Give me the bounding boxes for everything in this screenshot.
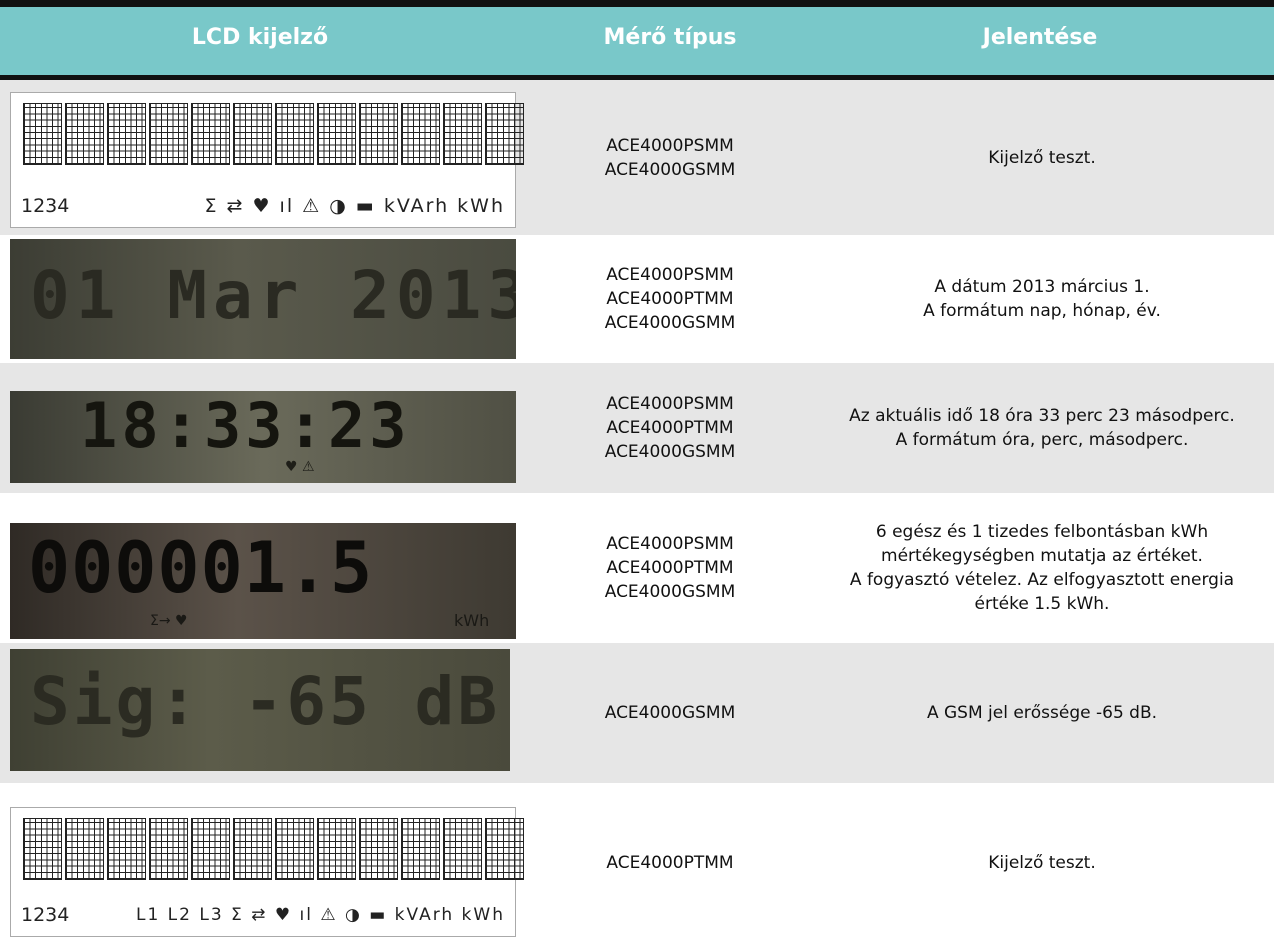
meaning-line: A formátum nap, hónap, év. [923,301,1161,321]
meaning-line: A dátum 2013 március 1. [934,277,1150,297]
table-row: 01 Mar 2013 ACE4000PSMM ACE4000PTMM ACE4… [0,235,1274,363]
meter-type: ACE4000GSMM [604,703,736,723]
meaning-line: Az aktuális idő 18 óra 33 perc 23 másodp… [849,406,1235,426]
lcd-photo-time: 18:33:23 ♥ ⚠ [10,391,516,483]
meaning-line: értéke 1.5 kWh. [974,594,1110,614]
meaning: A dátum 2013 március 1. A formátum nap, … [810,235,1274,363]
table-row: 1234 Σ ⇄ ♥ ıl ⚠ ◑ ▬ kVArh kWh ACE4000PSM… [0,80,1274,235]
meaning-line: A formátum óra, perc, másodperc. [895,430,1189,450]
lcd-test-image: 1234 L1 L2 L3 Σ ⇄ ♥ ıl ⚠ ◑ ▬ kVArh kWh [10,807,524,937]
meaning-line: mértékegységben mutatja az értéket. [881,546,1203,566]
meaning-line: 6 egész és 1 tizedes felbontásban kWh [875,522,1209,542]
meaning: Az aktuális idő 18 óra 33 perc 23 másodp… [810,363,1274,493]
meter-type: ACE4000GSMM [604,442,736,462]
lcd-symbols: Σ→ ♥ [150,613,188,629]
meter-type: ACE4000PSMM [606,534,734,554]
meaning-line: Kijelző teszt. [988,853,1096,873]
meaning-line: A GSM jel erőssége -65 dB. [926,703,1158,723]
meter-types: ACE4000PSMM ACE4000PTMM ACE4000GSMM [520,363,820,493]
meaning: A GSM jel erőssége -65 dB. [810,643,1274,783]
lcd-symbols: Σ ⇄ ♥ ıl ⚠ ◑ ▬ kVArh kWh [204,195,505,217]
meter-type: ACE4000PTMM [606,418,734,438]
header-lcd: LCD kijelző [191,25,329,50]
meaning: Kijelző teszt. [810,80,1274,235]
lcd-test-image: 1234 Σ ⇄ ♥ ıl ⚠ ◑ ▬ kVArh kWh [10,92,524,228]
lcd-icons: 1234 Σ ⇄ ♥ ıl ⚠ ◑ ▬ kVArh kWh [21,193,505,219]
lcd-text: 18:33:23 [80,391,411,462]
table-row: 000001.5 Σ→ ♥ kWh ACE4000PSMM ACE4000PTM… [0,493,1274,643]
meter-types: ACE4000PSMM ACE4000GSMM [520,80,820,235]
top-border [0,0,1274,7]
meaning-line: Kijelző teszt. [988,147,1096,168]
lcd-icons: 1234 L1 L2 L3 Σ ⇄ ♥ ıl ⚠ ◑ ▬ kVArh kWh [21,902,505,928]
meter-types: ACE4000PSMM ACE4000PTMM ACE4000GSMM [520,235,820,363]
lcd-text: 01 Mar 2013 [30,257,516,334]
table-row: 1234 L1 L2 L3 Σ ⇄ ♥ ıl ⚠ ◑ ▬ kVArh kWh A… [0,783,1274,943]
header-meaning: Jelentése [982,25,1098,50]
meter-type: ACE4000GSMM [604,582,736,602]
table-row: Sig: -65 dB ACE4000GSMM A GSM jel erőssé… [0,643,1274,783]
header-type: Mérő típus [603,25,737,50]
lcd-text: 000001.5 [28,527,374,609]
meter-type: ACE4000PSMM [606,135,734,156]
meter-types: ACE4000PSMM ACE4000PTMM ACE4000GSMM [520,493,820,643]
meter-type: ACE4000PSMM [606,265,734,285]
meter-type: ACE4000PTMM [606,289,734,309]
meter-type: ACE4000PTMM [606,558,734,578]
lcd-left-digits: 1234 [21,904,70,926]
meter-type: ACE4000GSMM [604,159,736,180]
lcd-unit: kWh [454,611,490,630]
meaning: Kijelző teszt. [810,783,1274,943]
lcd-symbols: ♥ ⚠ [285,459,315,475]
lcd-char-grid [23,818,524,880]
meter-types: ACE4000PTMM [520,783,820,943]
lcd-text: Sig: -65 dB [30,663,501,740]
table-row: 18:33:23 ♥ ⚠ ACE4000PSMM ACE4000PTMM ACE… [0,363,1274,493]
meter-type: ACE4000PSMM [606,394,734,414]
lcd-photo-energy: 000001.5 Σ→ ♥ kWh [10,523,516,639]
meter-type: ACE4000GSMM [604,313,736,333]
meaning-line: A fogyasztó vételez. Az elfogyasztott en… [849,570,1235,590]
lcd-symbols: L1 L2 L3 Σ ⇄ ♥ ıl ⚠ ◑ ▬ kVArh kWh [135,905,505,925]
meter-type: ACE4000PTMM [606,853,734,873]
lcd-left-digits: 1234 [21,195,70,217]
meter-types: ACE4000GSMM [520,643,820,783]
meaning: 6 egész és 1 tizedes felbontásban kWh mé… [810,493,1274,643]
table-header: LCD kijelző Mérő típus Jelentése [0,7,1274,75]
lcd-char-grid [23,103,524,165]
lcd-photo-signal: Sig: -65 dB [10,649,510,771]
lcd-photo-date: 01 Mar 2013 [10,239,516,359]
